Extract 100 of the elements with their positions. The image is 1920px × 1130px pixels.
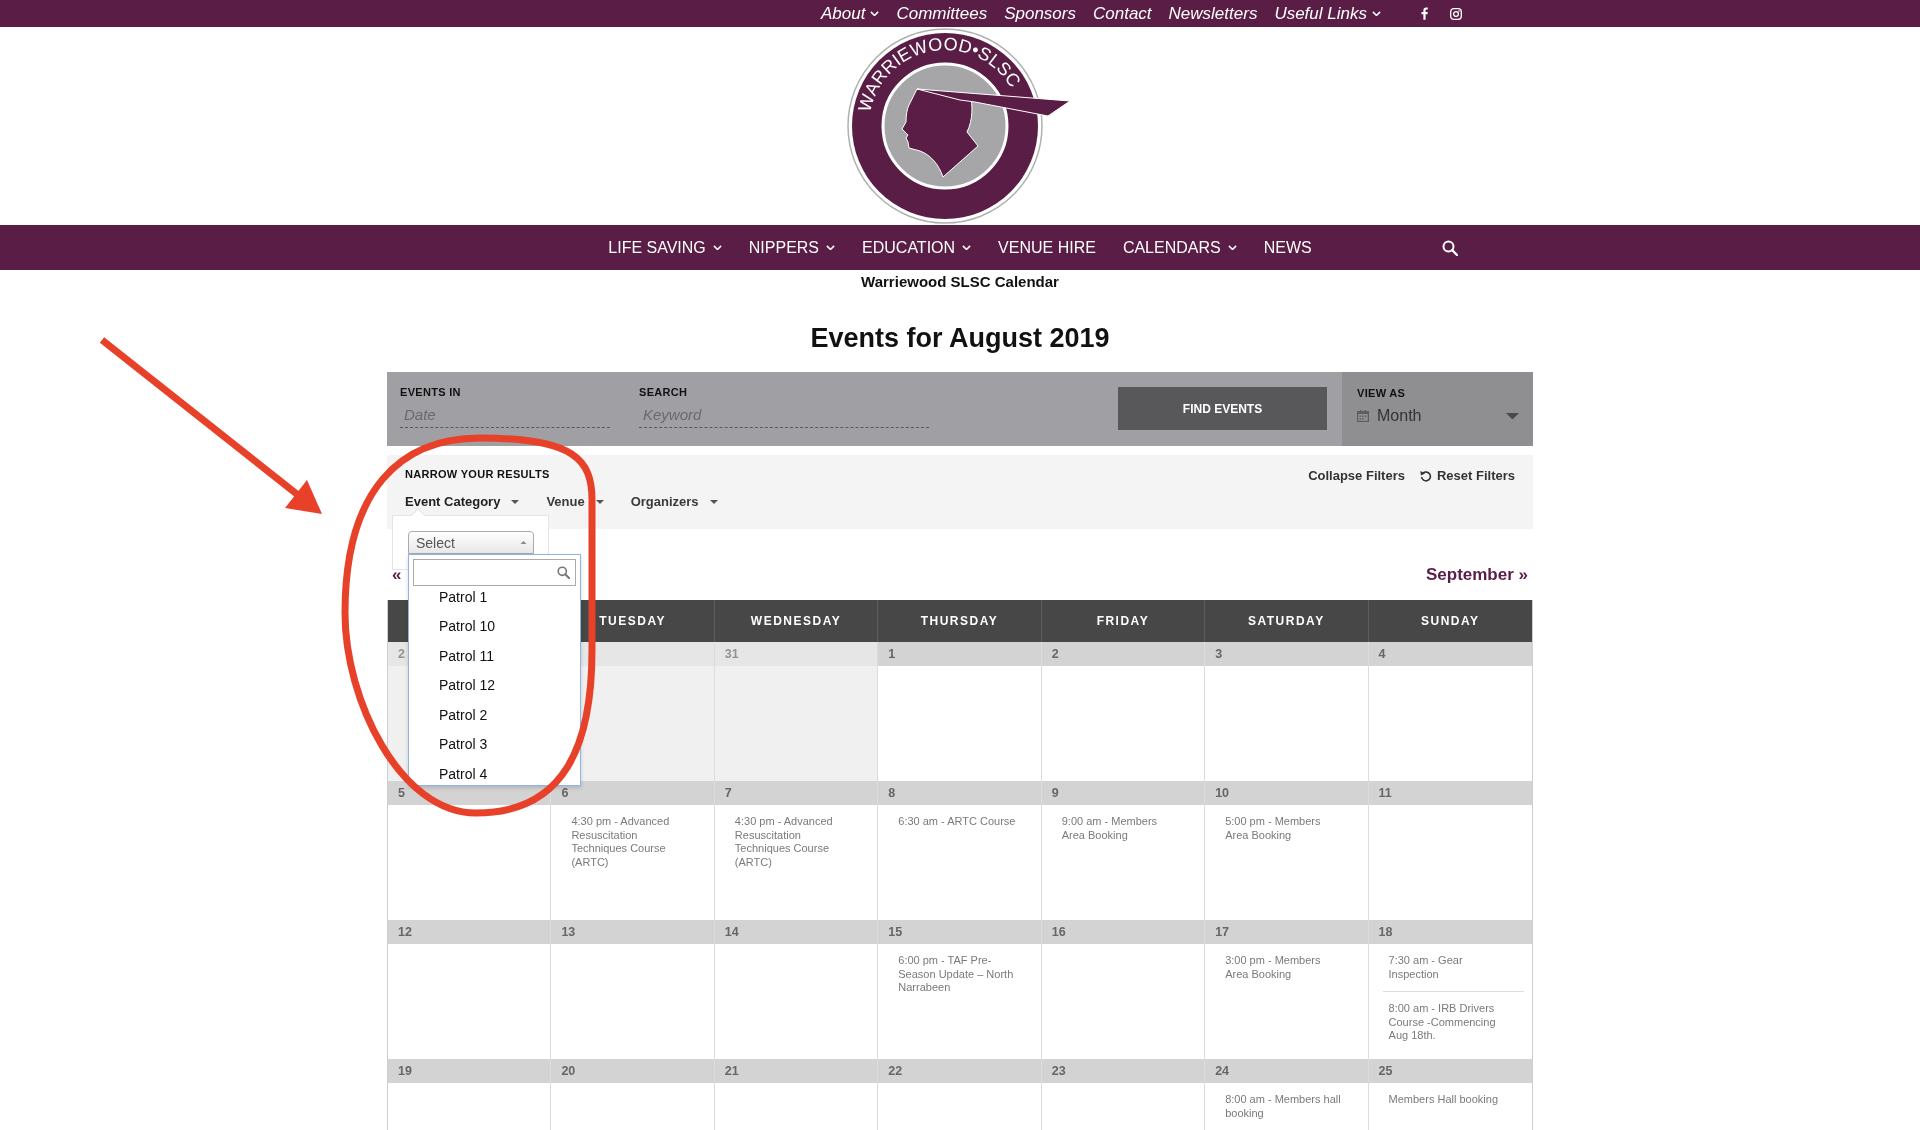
dropdown-option[interactable]: Patrol 10 — [409, 611, 580, 641]
weekday-label: SATURDAY — [1248, 614, 1325, 628]
day-number: 31 — [724, 647, 739, 661]
search-icon — [557, 566, 570, 579]
filter-toggle[interactable]: Venue — [546, 494, 604, 510]
main-nav-link[interactable]: VENUE HIRE — [998, 237, 1096, 258]
day-number: 9 — [1051, 786, 1059, 800]
event-link[interactable]: 8:00 am - Members hall booking — [1225, 1093, 1346, 1120]
caret-up-icon — [520, 540, 527, 545]
site-title: Warriewood SLSC Calendar — [860, 274, 1060, 290]
top-nav-link[interactable]: Sponsors — [1004, 0, 1076, 27]
weekday-label: THURSDAY — [920, 614, 999, 628]
top-nav-link[interactable]: Useful Links — [1274, 0, 1381, 27]
reset-icon — [1419, 470, 1432, 482]
filter-toggle[interactable]: Organizers — [630, 494, 718, 510]
category-select[interactable]: Select — [408, 531, 534, 554]
day-number: 10 — [1215, 786, 1230, 800]
event-link[interactable]: 4:30 pm - Advanced Resuscitation Techniques Course (ARTC) — [571, 815, 692, 869]
dropdown-option[interactable]: Patrol 4 — [409, 759, 580, 785]
caret-down-icon — [709, 500, 718, 504]
day-number: 2 — [1051, 647, 1059, 661]
dropdown-option[interactable]: Patrol 2 — [409, 700, 580, 730]
day-number: 17 — [1215, 925, 1230, 939]
event-link[interactable]: 8:00 am - IRB Drivers Course -Commencing Aug 18th. — [1388, 1002, 1509, 1043]
keyword-field[interactable]: Keyword — [639, 402, 929, 428]
day-number: 7 — [724, 786, 732, 800]
field-label: SEARCH — [639, 386, 689, 399]
chevron-down-icon — [1372, 10, 1381, 17]
filter-toggle[interactable]: Event Category — [405, 494, 520, 510]
day-number: 18 — [1378, 925, 1393, 939]
chevron-down-icon — [962, 244, 972, 251]
main-nav-link[interactable]: NEWS — [1263, 237, 1312, 258]
day-number: 3 — [1215, 647, 1223, 661]
main-nav-link[interactable]: NIPPERS — [748, 237, 836, 258]
instagram-icon[interactable] — [1450, 7, 1462, 20]
event-link[interactable]: 7:30 am - Gear Inspection — [1388, 954, 1509, 981]
dropdown-option[interactable]: Patrol 11 — [409, 641, 580, 671]
chevron-down-icon — [870, 10, 880, 17]
day-number: 24 — [1215, 1064, 1230, 1078]
weekday-label: SUNDAY — [1421, 614, 1480, 628]
find-events-button[interactable]: FIND EVENTS — [1118, 387, 1327, 430]
calendar-icon — [1357, 410, 1369, 422]
collapse-filters-button[interactable]: Collapse Filters — [1308, 468, 1405, 484]
day-number: 2 — [398, 647, 405, 661]
day-number: 23 — [1051, 1064, 1066, 1078]
top-nav-link[interactable]: About — [821, 0, 880, 27]
event-link[interactable]: 9:00 am - Members Area Booking — [1061, 815, 1182, 842]
search-field[interactable] — [413, 559, 576, 586]
day-number: 16 — [1051, 925, 1066, 939]
day-number: 12 — [398, 925, 412, 939]
top-nav-link[interactable]: Newsletters — [1168, 0, 1258, 27]
caret-down-icon — [511, 500, 520, 504]
dropdown-option[interactable]: Patrol 1 — [409, 582, 580, 612]
weekday-label: WEDNESDAY — [750, 614, 842, 628]
day-number: 22 — [888, 1064, 903, 1078]
reset-filters-button[interactable]: Reset Filters — [1419, 468, 1515, 484]
day-number: 21 — [724, 1064, 739, 1078]
main-nav-link[interactable]: LIFE SAVING — [608, 237, 722, 258]
event-link[interactable]: 6:00 pm - TAF Pre-Season Update – North Narrabeen — [898, 954, 1019, 995]
page-heading: Events for August 2019 — [809, 322, 1111, 354]
caret-down-icon — [595, 500, 604, 504]
main-nav-link[interactable]: CALENDARS — [1122, 237, 1237, 258]
next-month-link[interactable]: September » — [1425, 566, 1528, 584]
day-number: 6 — [561, 786, 569, 800]
top-nav-link[interactable]: Contact — [1093, 0, 1152, 27]
weekday-label: TUESDAY — [599, 614, 666, 628]
dropdown-option[interactable]: Patrol 3 — [409, 729, 580, 759]
day-number: 1 — [888, 647, 896, 661]
day-number: 5 — [398, 786, 405, 800]
day-number: 20 — [561, 1064, 576, 1078]
chevron-down-icon — [1227, 244, 1237, 251]
event-link[interactable]: 5:00 pm - Members Area Booking — [1225, 815, 1346, 842]
filters-title: NARROW YOUR RESULTS — [405, 468, 551, 481]
day-number: 11 — [1378, 786, 1392, 800]
day-number: 25 — [1378, 1064, 1393, 1078]
facebook-icon[interactable] — [1421, 7, 1428, 20]
top-nav-link[interactable]: Committees — [896, 0, 988, 27]
date-field[interactable]: Date — [400, 402, 610, 428]
main-nav-link[interactable]: EDUCATION — [862, 237, 972, 258]
chevron-down-icon — [712, 244, 722, 251]
previous-month-link[interactable]: « — [392, 566, 402, 584]
day-number: 14 — [724, 925, 739, 939]
search-button[interactable] — [1441, 239, 1458, 256]
day-number: 4 — [1378, 647, 1386, 661]
day-number: 19 — [398, 1064, 412, 1078]
weekday-label: FRIDAY — [1096, 614, 1150, 628]
chevron-down-icon — [826, 244, 836, 251]
event-link[interactable]: 3:00 pm - Members Area Booking — [1225, 954, 1346, 981]
event-link[interactable]: 6:30 am - ARTC Course — [898, 815, 1019, 829]
caret-down-icon — [1506, 412, 1519, 420]
dropdown-option[interactable]: Patrol 12 — [409, 670, 580, 700]
search-icon — [1441, 239, 1458, 256]
field-label: EVENTS IN — [400, 386, 462, 399]
day-number: 8 — [888, 786, 896, 800]
event-link[interactable]: 4:30 pm - Advanced Resuscitation Techniques Course (ARTC) — [734, 815, 855, 869]
view-select[interactable]: Month — [1357, 405, 1519, 427]
field-label: VIEW AS — [1357, 387, 1407, 400]
day-number: 15 — [888, 925, 903, 939]
day-number: 13 — [561, 925, 576, 939]
event-link[interactable]: Members Hall booking — [1388, 1093, 1509, 1107]
